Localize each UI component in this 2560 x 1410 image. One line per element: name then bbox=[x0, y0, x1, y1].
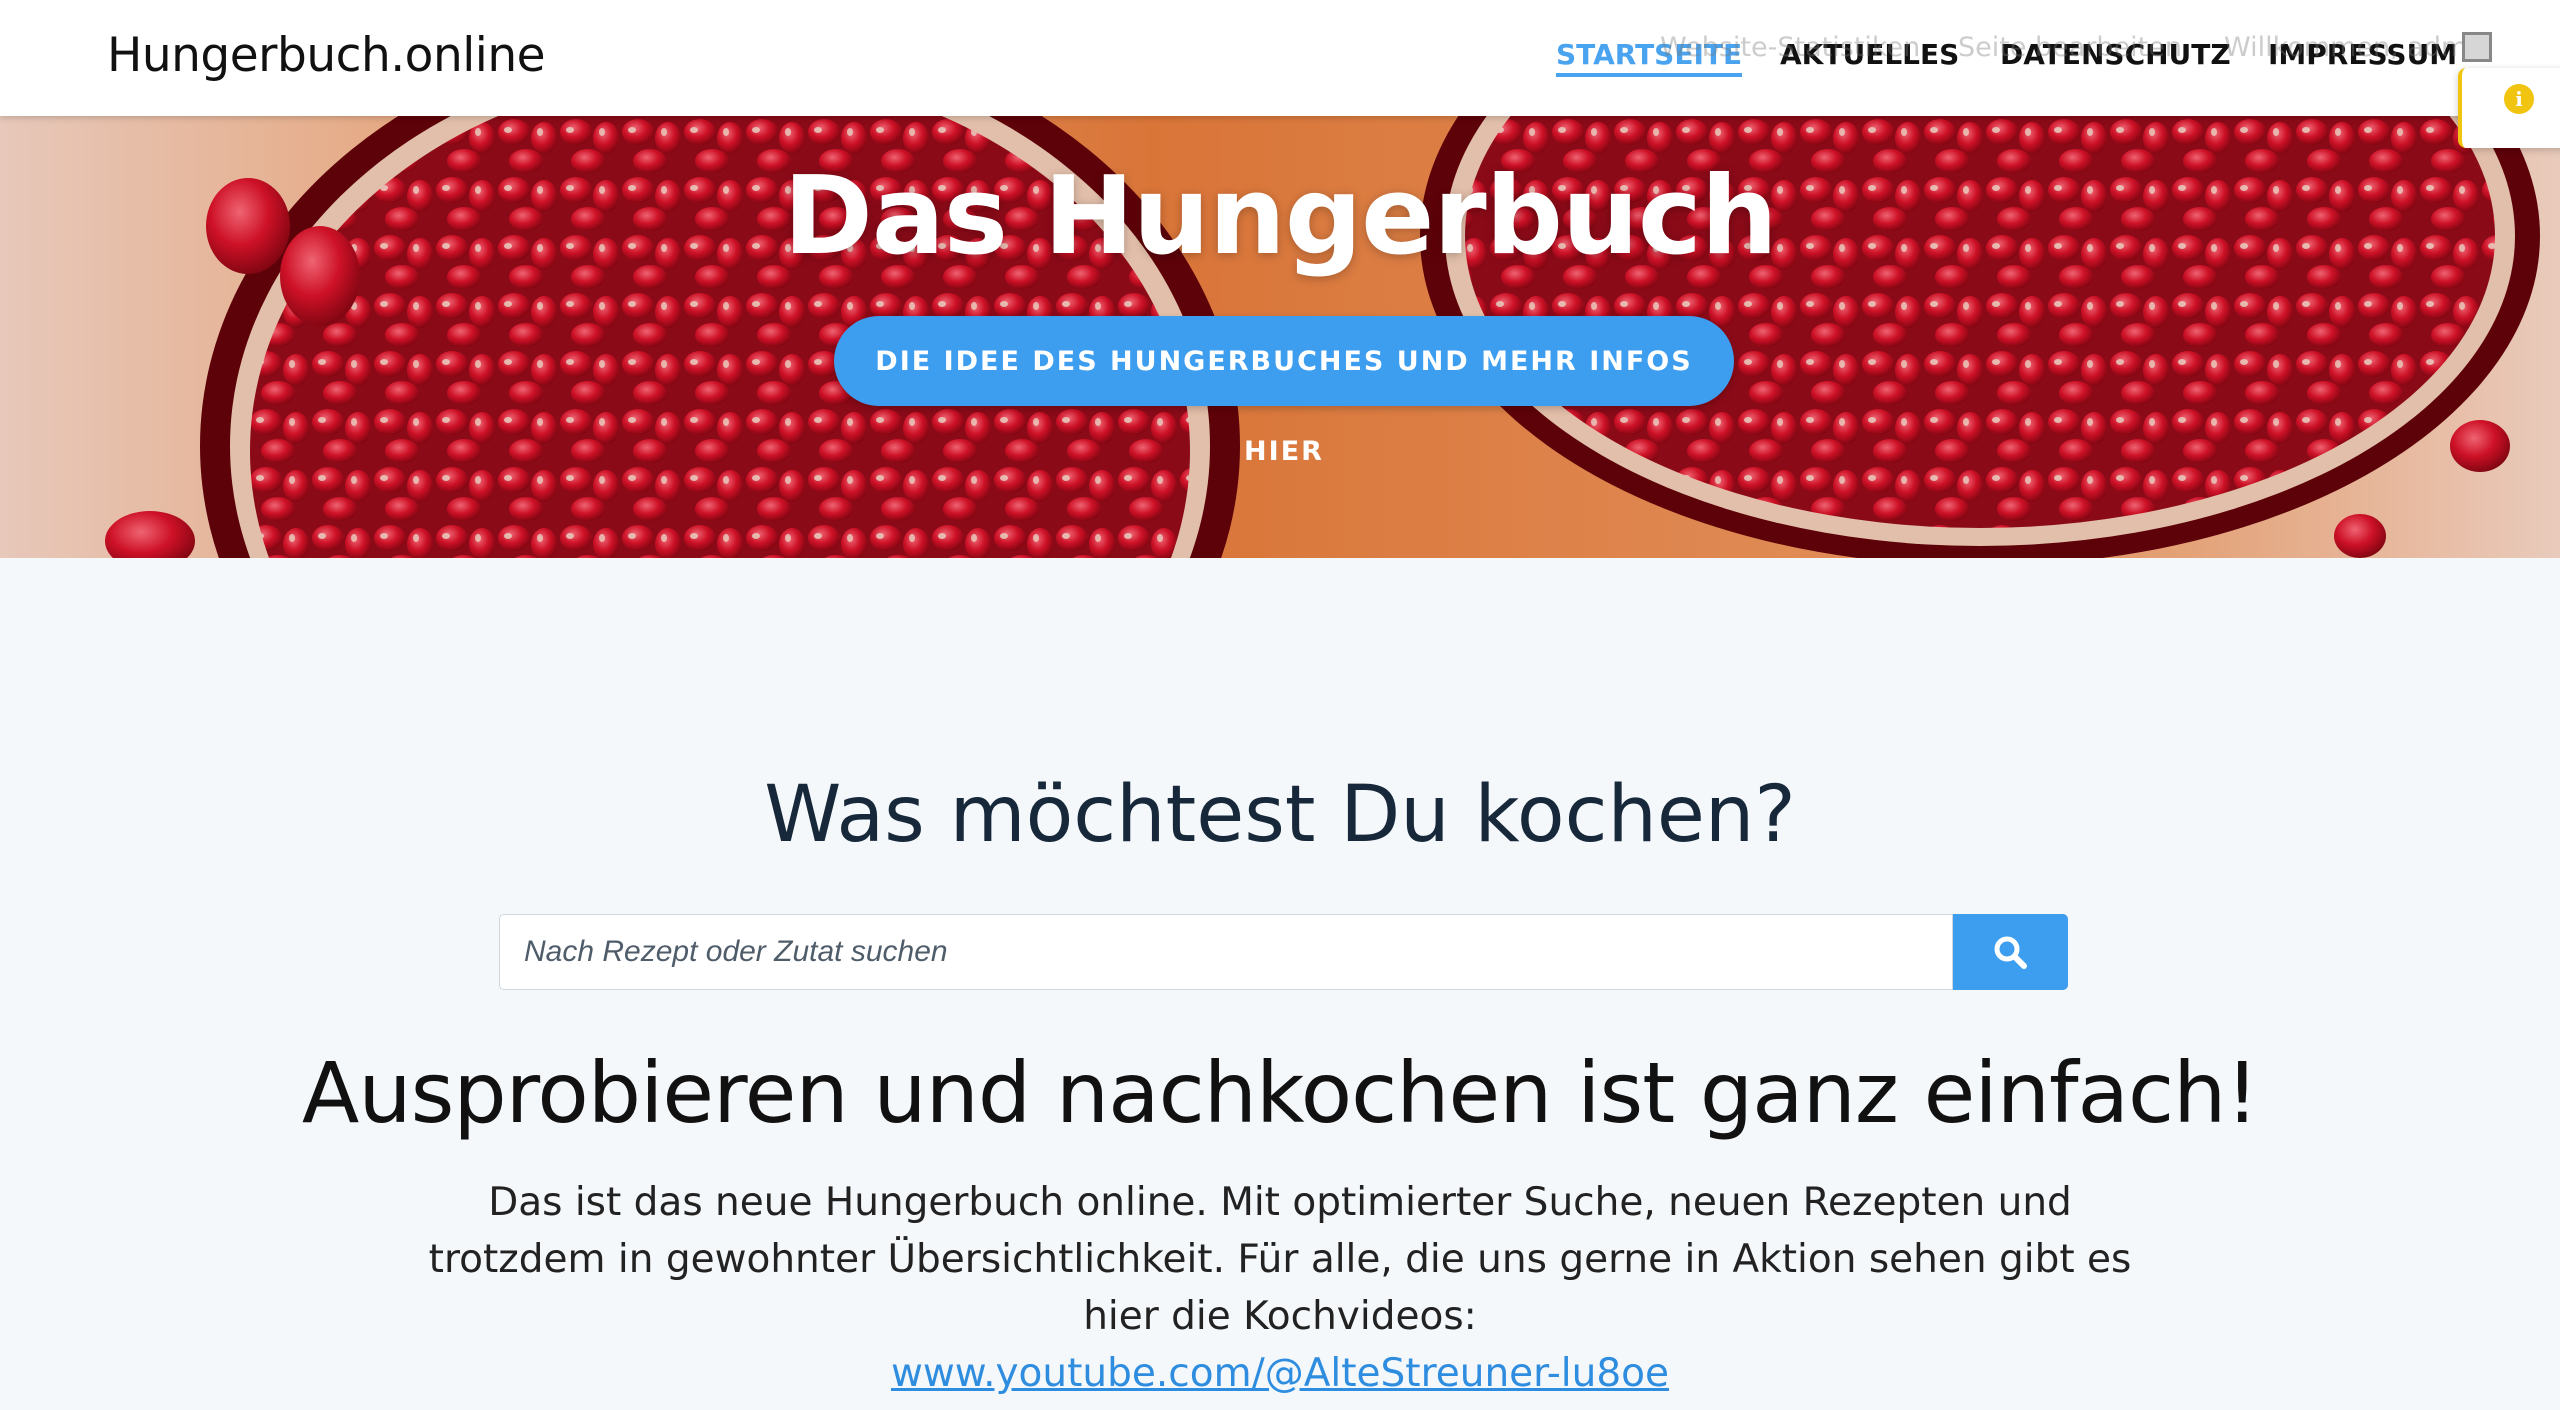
site-header: Hungerbuch.online STARTSEITE AKTUELLES D… bbox=[0, 0, 2560, 116]
intro-text: Das ist das neue Hungerbuch online. Mit … bbox=[428, 1180, 2132, 1339]
search-icon bbox=[1994, 936, 2027, 969]
intro-paragraph: Das ist das neue Hungerbuch online. Mit … bbox=[420, 1174, 2140, 1402]
admin-bar: Website-Statistiken Seite bearbeiten Wil… bbox=[0, 32, 2560, 72]
intro-heading: Ausprobieren und nachkochen ist ganz ein… bbox=[301, 1044, 2259, 1142]
admin-link-edit[interactable]: Seite bearbeiten bbox=[1958, 32, 2182, 63]
hero-title: Das Hungerbuch bbox=[783, 154, 1778, 279]
admin-avatar[interactable] bbox=[2462, 32, 2492, 62]
hero-banner: Das Hungerbuch DIE IDEE DES HUNGERBUCHES… bbox=[0, 116, 2560, 558]
search-button[interactable] bbox=[1953, 914, 2068, 990]
admin-link-account[interactable]: Willkommen, admin bbox=[2224, 32, 2492, 63]
admin-link-stats[interactable]: Website-Statistiken bbox=[1660, 32, 1920, 63]
recipe-search-input[interactable] bbox=[499, 914, 1953, 990]
info-icon: i bbox=[2504, 84, 2534, 114]
hero-info-button[interactable]: DIE IDEE DES HUNGERBUCHES UND MEHR INFOS… bbox=[834, 316, 1734, 467]
search-heading: Was möchtest Du kochen? bbox=[764, 770, 1796, 860]
youtube-link[interactable]: www.youtube.com/@AlteStreuner-lu8oe bbox=[891, 1351, 1669, 1396]
notice-tab[interactable]: i bbox=[2458, 68, 2560, 148]
